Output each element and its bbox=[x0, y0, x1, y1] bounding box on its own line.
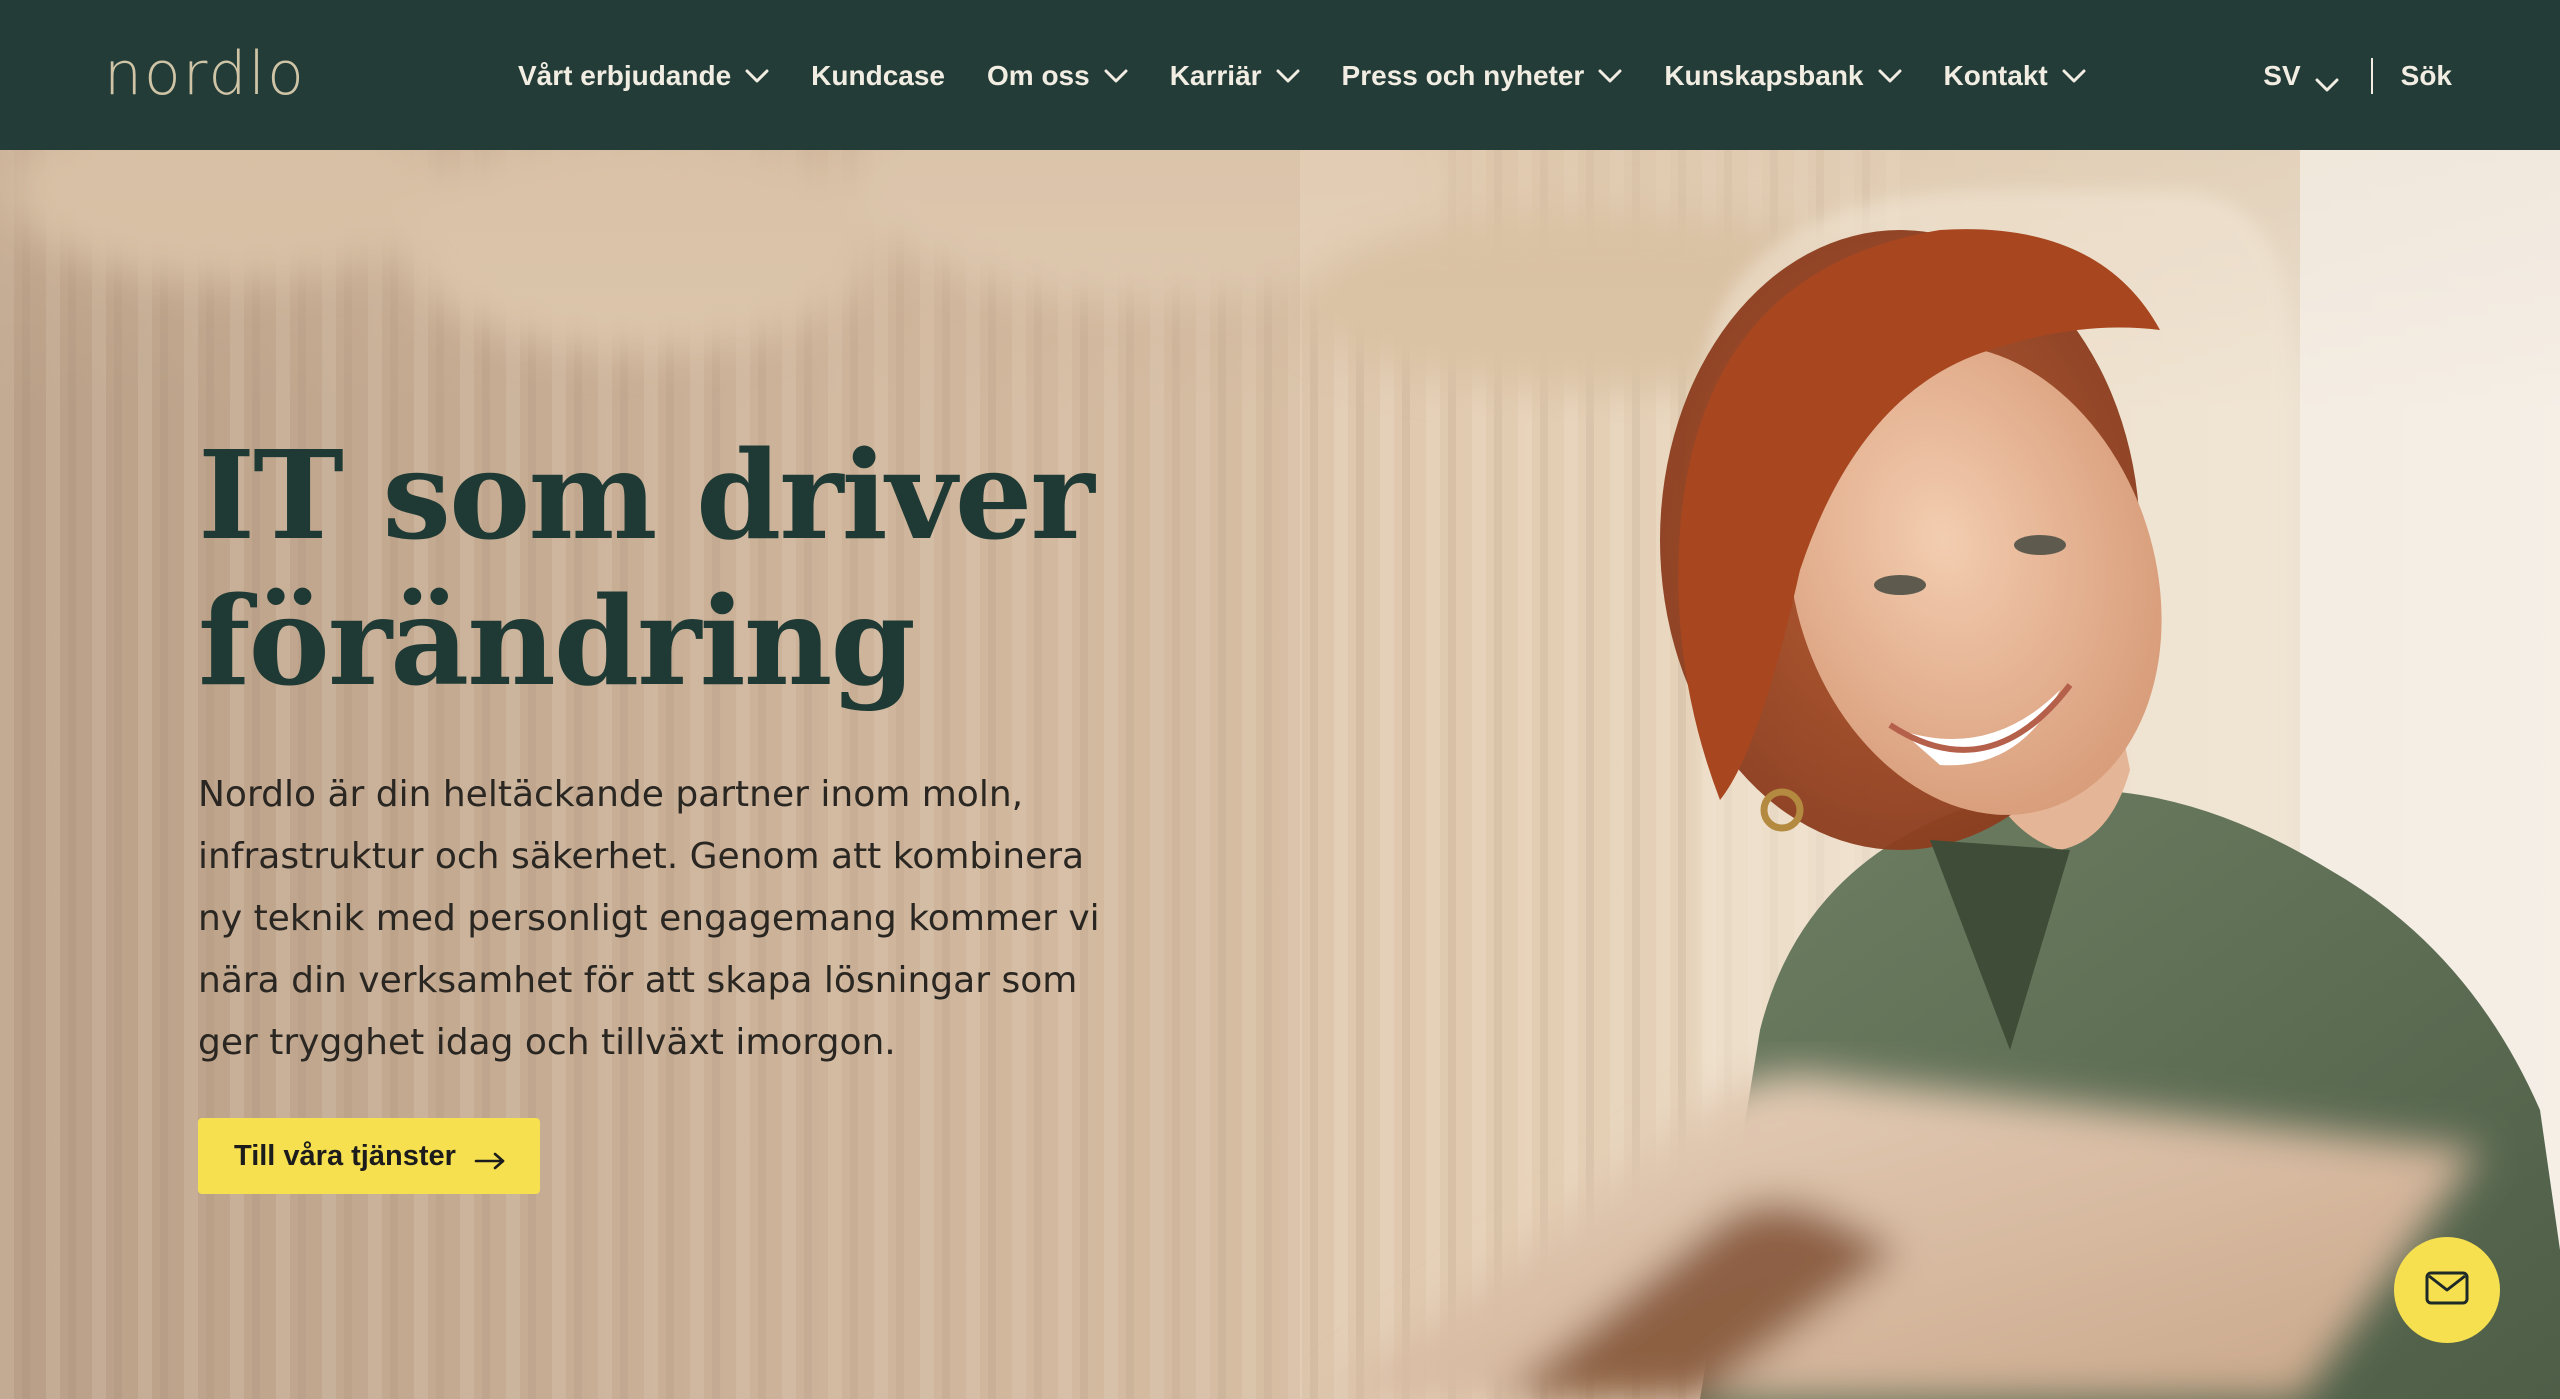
hero-section: IT som driver förändring Nordlo är din h… bbox=[0, 150, 2560, 1399]
nav-item-label: Kunskapsbank bbox=[1664, 60, 1864, 91]
page: nordlo Vårt erbjudande Kundcase Om oss K… bbox=[0, 0, 2560, 1399]
nav-item-label: Vårt erbjudande bbox=[518, 60, 732, 91]
chevron-down-icon bbox=[1276, 68, 1300, 84]
hero-title: IT som driver förändring bbox=[198, 422, 1198, 714]
site-header: nordlo Vårt erbjudande Kundcase Om oss K… bbox=[0, 0, 2560, 150]
chevron-down-icon bbox=[1598, 68, 1622, 84]
nav-item-label: Kundcase bbox=[811, 60, 945, 91]
chevron-down-icon bbox=[2315, 68, 2339, 92]
main-nav: Vårt erbjudande Kundcase Om oss Karriär bbox=[518, 50, 2128, 102]
nav-item-kundcase[interactable]: Kundcase bbox=[811, 50, 945, 102]
arrow-right-icon bbox=[474, 1146, 506, 1170]
search-link[interactable]: Sök bbox=[2401, 60, 2452, 92]
nav-item-press-och-nyheter[interactable]: Press och nyheter bbox=[1342, 50, 1623, 102]
nav-item-label: Om oss bbox=[987, 60, 1090, 91]
nav-item-kontakt[interactable]: Kontakt bbox=[1944, 50, 2086, 102]
hero-content: IT som driver förändring Nordlo är din h… bbox=[198, 422, 1198, 1194]
nav-item-label: Kontakt bbox=[1943, 60, 2048, 91]
nav-item-vart-erbjudande[interactable]: Vårt erbjudande bbox=[518, 50, 769, 102]
hero-description: Nordlo är din heltäckande partner inom m… bbox=[198, 774, 1100, 1063]
nav-item-label: Press och nyheter bbox=[1341, 60, 1585, 91]
nav-item-karriar[interactable]: Karriär bbox=[1170, 50, 1300, 102]
chevron-down-icon bbox=[2062, 68, 2086, 84]
hero-title-line-2: förändring bbox=[198, 569, 916, 713]
nav-item-label: Karriär bbox=[1169, 60, 1262, 91]
chevron-down-icon bbox=[1104, 68, 1128, 84]
language-selector[interactable]: SV bbox=[2263, 60, 2339, 92]
services-cta-button[interactable]: Till våra tjänster bbox=[198, 1118, 540, 1194]
chevron-down-icon bbox=[745, 68, 769, 84]
logo-text: nordlo bbox=[104, 39, 306, 109]
nordlo-logo[interactable]: nordlo bbox=[104, 44, 306, 104]
nav-item-om-oss[interactable]: Om oss bbox=[987, 50, 1128, 102]
language-label: SV bbox=[2263, 60, 2301, 91]
chevron-down-icon bbox=[1878, 68, 1902, 84]
contact-mail-button[interactable] bbox=[2394, 1237, 2500, 1343]
header-divider bbox=[2370, 58, 2373, 94]
header-utilities: SV Sök bbox=[2263, 50, 2452, 102]
mail-icon bbox=[2425, 1271, 2469, 1310]
nav-item-kunskapsbank[interactable]: Kunskapsbank bbox=[1664, 50, 1901, 102]
hero-title-line-1: IT som driver bbox=[198, 423, 1095, 567]
cta-label: Till våra tjänster bbox=[234, 1139, 456, 1172]
